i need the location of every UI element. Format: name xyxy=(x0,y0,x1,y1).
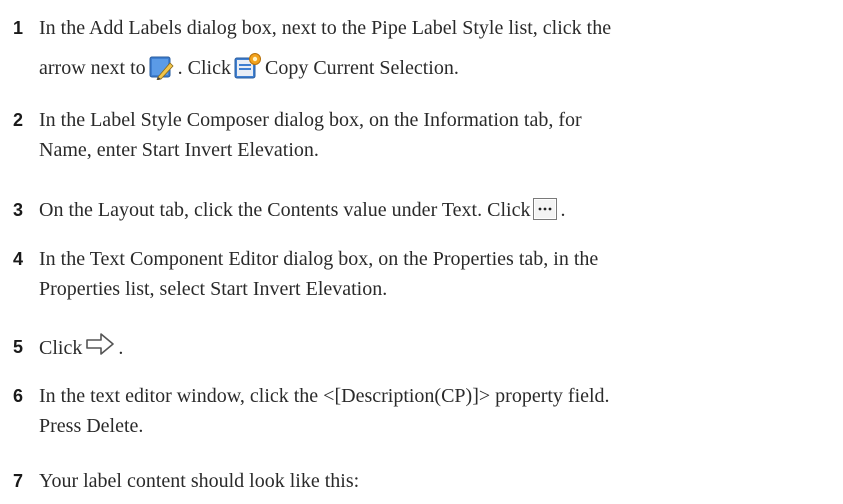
step-text: In the Add Labels dialog box, next to th… xyxy=(39,17,612,39)
step-text: Click xyxy=(39,337,83,359)
step-number: 3 xyxy=(13,200,24,220)
edit-style-icon xyxy=(149,56,175,89)
step-text: Your label content should look like this… xyxy=(39,470,360,492)
step-text: Copy Current Selection. xyxy=(264,57,459,79)
step-text-line: On the Layout tab, click the Contents va… xyxy=(39,195,835,229)
step-text: In the Text Component Editor dialog box,… xyxy=(39,248,599,270)
step-text: Name, enter Start Invert Elevation. xyxy=(39,139,319,161)
step-text: arrow next to xyxy=(39,57,146,79)
step-number: 7 xyxy=(13,471,24,491)
step-text-line-2: arrow next to . Click Copy Current Selec… xyxy=(39,52,835,89)
copy-current-selection-icon xyxy=(234,52,262,89)
step-text-line: Click . xyxy=(39,332,835,365)
step-number: 1 xyxy=(13,18,24,38)
step-text: Press Delete. xyxy=(39,415,144,437)
step-text: Properties list, select Start Invert Ele… xyxy=(39,278,388,300)
step-text: In the text editor window, click the <[D… xyxy=(39,385,610,407)
step-text: On the Layout tab, click the Contents va… xyxy=(39,199,531,221)
step-number: 4 xyxy=(13,249,24,269)
step-text: . xyxy=(118,337,124,359)
step-number: 2 xyxy=(13,110,24,130)
step-number: 5 xyxy=(13,337,24,357)
step-text: In the Label Style Composer dialog box, … xyxy=(39,109,582,131)
step-text: . Click xyxy=(177,57,231,79)
instructions-page: 1 In the Add Labels dialog box, next to … xyxy=(0,0,843,504)
right-arrow-icon xyxy=(85,332,115,365)
ellipsis-button-icon xyxy=(533,198,558,229)
step-number: 6 xyxy=(13,386,24,406)
step-text: . xyxy=(560,199,566,221)
